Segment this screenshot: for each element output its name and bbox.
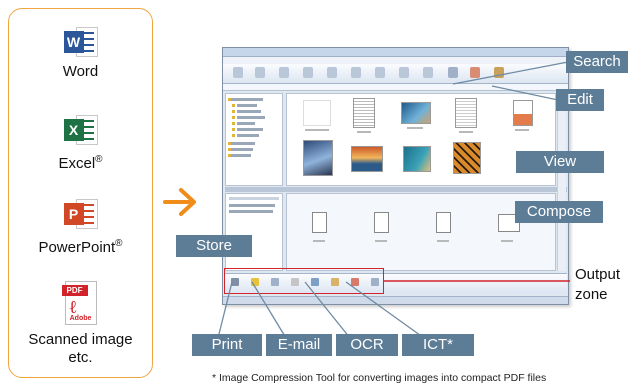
callout-search: Search (566, 51, 628, 73)
callout-edit: Edit (556, 89, 604, 111)
callout-ocr: OCR (336, 334, 398, 356)
callout-compose: Compose (515, 201, 603, 223)
callout-print: Print (192, 334, 262, 356)
callout-email: E-mail (266, 334, 332, 356)
output-zone-label: Output zone (575, 266, 621, 303)
callout-ict: ICT* (402, 334, 474, 356)
callout-store: Store (176, 235, 252, 257)
callout-view: View (516, 151, 604, 173)
footnote: * Image Compression Tool for converting … (212, 372, 547, 384)
callout-connector-lines (217, 61, 570, 339)
